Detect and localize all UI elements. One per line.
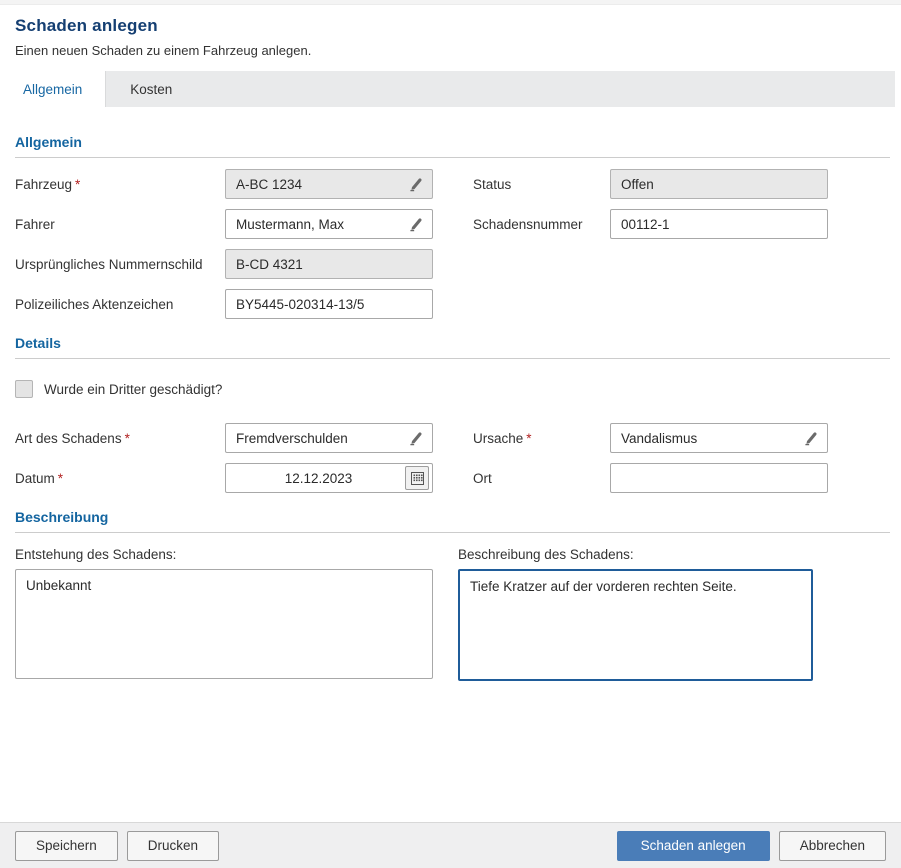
fahrer-label: Fahrer (15, 217, 225, 232)
ursache-value: Vandalismus (621, 431, 798, 446)
ursache-field[interactable]: Vandalismus (610, 423, 828, 453)
ort-label: Ort (473, 471, 610, 486)
section-title-details: Details (15, 335, 890, 351)
edit-pencil-icon[interactable] (409, 217, 424, 232)
datum-field[interactable]: 12.12.2023 (225, 463, 433, 493)
ort-input[interactable] (610, 463, 828, 493)
section-title-allgemein: Allgemein (15, 134, 890, 150)
required-marker: * (526, 431, 531, 446)
third-party-checkbox-label: Wurde ein Dritter geschädigt? (44, 382, 222, 397)
section-title-beschreibung: Beschreibung (15, 509, 890, 525)
datum-label: Datum* (15, 471, 225, 486)
aktenzeichen-input[interactable] (225, 289, 433, 319)
schaden-anlegen-dialog: Schaden anlegen Einen neuen Schaden zu e… (0, 0, 901, 868)
speichern-button[interactable]: Speichern (15, 831, 118, 861)
drucken-button[interactable]: Drucken (127, 831, 219, 861)
status-field: Offen (610, 169, 828, 199)
entstehung-textarea[interactable]: Unbekannt (15, 569, 433, 679)
page-subtitle: Einen neuen Schaden zu einem Fahrzeug an… (15, 43, 886, 58)
nummernschild-label: Ursprüngliches Nummernschild (15, 257, 225, 272)
tab-kosten-label: Kosten (130, 82, 172, 97)
fahrzeug-field[interactable]: A-BC 1234 (225, 169, 433, 199)
entstehung-label: Entstehung des Schadens: (15, 547, 458, 562)
nummernschild-value: B-CD 4321 (236, 257, 424, 272)
third-party-row: Wurde ein Dritter geschädigt? (15, 380, 890, 398)
edit-pencil-icon[interactable] (804, 431, 819, 446)
section-divider (15, 532, 890, 533)
section-divider (15, 358, 890, 359)
required-marker: * (58, 471, 63, 486)
tab-allgemein-label: Allgemein (23, 82, 82, 97)
edit-pencil-icon[interactable] (409, 177, 424, 192)
beschreibung-label: Beschreibung des Schadens: (458, 547, 815, 562)
third-party-checkbox[interactable] (15, 380, 33, 398)
aktenzeichen-label: Polizeiliches Aktenzeichen (15, 297, 225, 312)
edit-pencil-icon[interactable] (409, 431, 424, 446)
nummernschild-field: B-CD 4321 (225, 249, 433, 279)
abbrechen-button[interactable]: Abbrechen (779, 831, 886, 861)
footer-action-bar: Speichern Drucken Schaden anlegen Abbrec… (0, 822, 901, 868)
required-marker: * (75, 177, 80, 192)
status-label: Status (473, 177, 610, 192)
tab-allgemein[interactable]: Allgemein (0, 71, 106, 107)
dialog-header: Schaden anlegen Einen neuen Schaden zu e… (0, 5, 901, 58)
calendar-grid-icon (411, 472, 424, 485)
datum-value: 12.12.2023 (236, 471, 401, 486)
fahrzeug-label: Fahrzeug* (15, 177, 225, 192)
art-label: Art des Schadens* (15, 431, 225, 446)
ursache-label: Ursache* (473, 431, 610, 446)
beschreibung-textarea[interactable]: Tiefe Kratzer auf der vorderen rechten S… (458, 569, 813, 681)
fahrer-value: Mustermann, Max (236, 217, 403, 232)
tab-bar: Allgemein Kosten (0, 71, 895, 107)
fahrzeug-value: A-BC 1234 (236, 177, 403, 192)
art-value: Fremdverschulden (236, 431, 403, 446)
schadensnummer-label: Schadensnummer (473, 217, 610, 232)
tab-content-allgemein: Allgemein Fahrzeug* A-BC 1234 Status Off… (0, 134, 901, 681)
section-divider (15, 157, 890, 158)
art-field[interactable]: Fremdverschulden (225, 423, 433, 453)
required-marker: * (125, 431, 130, 446)
tab-kosten[interactable]: Kosten (106, 71, 196, 107)
page-title: Schaden anlegen (15, 16, 886, 36)
schadensnummer-input[interactable] (610, 209, 828, 239)
schaden-anlegen-button[interactable]: Schaden anlegen (617, 831, 770, 861)
fahrer-field[interactable]: Mustermann, Max (225, 209, 433, 239)
status-value: Offen (621, 177, 819, 192)
datepicker-button[interactable] (405, 466, 429, 490)
